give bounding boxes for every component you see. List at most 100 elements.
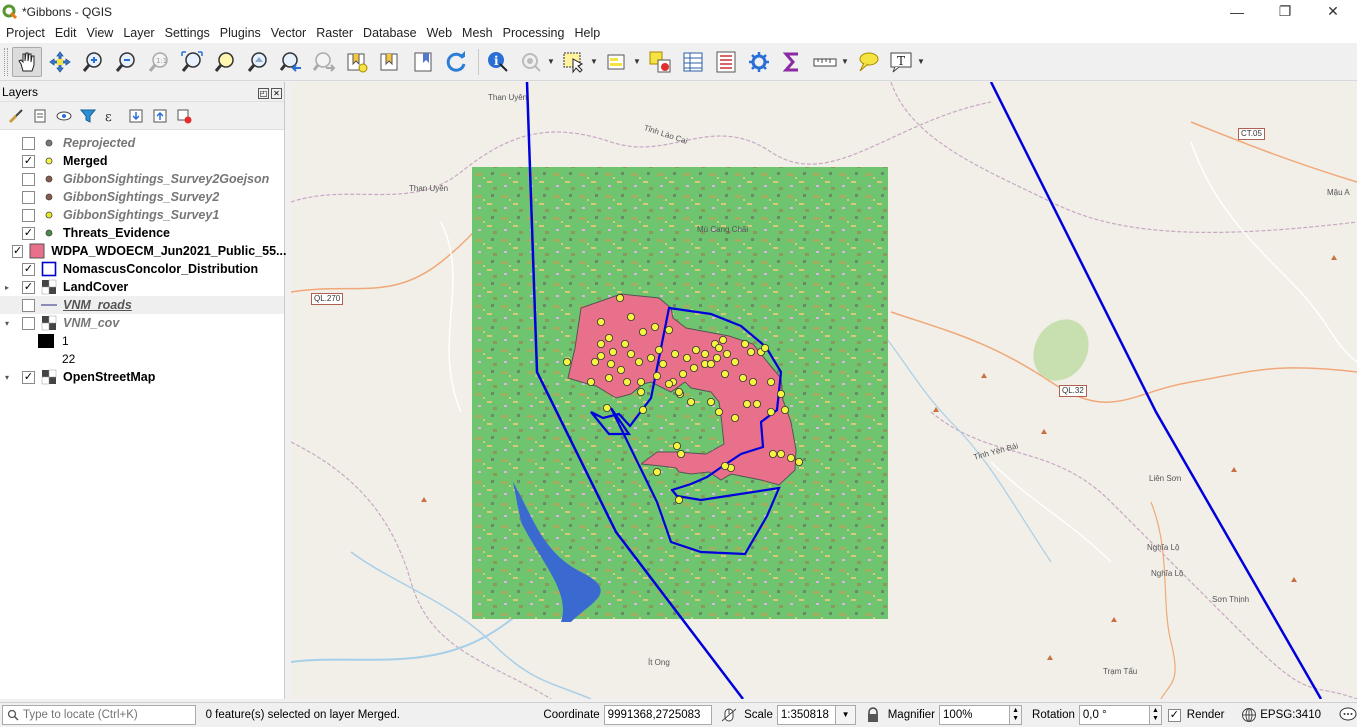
sighting-point[interactable] [714,407,723,416]
measure-dropdown-arrow[interactable]: ▼ [840,47,850,77]
identify-button[interactable]: i [483,47,513,77]
layer-visibility-checkbox[interactable]: ✓ [22,262,35,276]
manage-visibility-button[interactable] [52,105,76,127]
layer-visibility-checkbox[interactable]: ✓ [22,370,35,384]
collapse-all-button[interactable] [148,105,172,127]
sighting-point[interactable] [720,369,729,378]
sighting-point[interactable] [738,373,747,382]
menu-view[interactable]: View [86,26,113,40]
toggle-extents-button[interactable] [720,706,738,724]
scale-dropdown[interactable]: ▼ [836,705,856,725]
sighting-point[interactable] [646,353,655,362]
layer-row[interactable]: ✓ Threats_Evidence [0,224,284,242]
sighting-point[interactable] [720,461,729,470]
sighting-point[interactable] [780,405,789,414]
sighting-point[interactable] [596,339,605,348]
magnifier-field[interactable]: 100% [939,705,1011,725]
layer-visibility-checkbox[interactable] [22,190,35,204]
sighting-point[interactable] [794,457,803,466]
menu-raster[interactable]: Raster [316,26,353,40]
layer-row[interactable]: GibbonSightings_Survey2 [0,188,284,206]
sighting-point[interactable] [652,371,661,380]
map-svg[interactable] [291,82,1357,699]
pan-button[interactable] [12,46,42,77]
sighting-point[interactable] [602,403,611,412]
layer-visibility-checkbox[interactable]: ✓ [12,244,24,258]
sighting-point[interactable] [562,357,571,366]
sighting-point[interactable] [686,397,695,406]
sighting-point[interactable] [622,377,631,386]
zoom-in-button[interactable] [78,47,108,77]
sighting-point[interactable] [700,349,709,358]
crs-button[interactable] [1240,706,1258,724]
expand-toggle-icon[interactable]: ▾ [2,373,12,382]
sighting-point[interactable] [768,449,777,458]
maximize-button[interactable]: ❐ [1261,0,1309,23]
render-checkbox[interactable]: ✓ [1167,708,1181,722]
sighting-point[interactable] [626,349,635,358]
show-bookmarks-button[interactable] [375,47,405,77]
menu-project[interactable]: Project [6,26,45,40]
refresh-button[interactable] [441,47,471,77]
layer-row[interactable]: GibbonSightings_Survey1 [0,206,284,224]
zoom-to-layer-button[interactable] [243,47,273,77]
pan-to-selection-button[interactable] [45,47,75,77]
layer-styling-button[interactable] [4,105,28,127]
locator-bar[interactable] [2,705,196,725]
expand-toggle-icon[interactable]: ▸ [2,283,12,292]
sighting-point[interactable] [658,359,667,368]
sighting-point[interactable] [676,449,685,458]
sighting-point[interactable] [634,357,643,366]
sighting-point[interactable] [689,363,698,372]
select-by-value-dropdown-arrow[interactable]: ▼ [632,47,642,77]
sighting-point[interactable] [748,377,757,386]
toolbar-grip[interactable] [4,47,8,76]
sighting-point[interactable] [766,377,775,386]
sighting-point[interactable] [766,407,775,416]
sighting-point[interactable] [730,413,739,422]
menu-processing[interactable]: Processing [503,26,565,40]
zoom-next-button[interactable] [309,47,339,77]
filter-by-expression-button[interactable]: ε [100,105,124,127]
menu-layer[interactable]: Layer [123,26,154,40]
locator-input[interactable] [23,709,193,721]
sighting-point[interactable] [760,343,769,352]
remove-layer-button[interactable] [172,105,196,127]
layer-row[interactable]: ▸ ✓ LandCover [0,278,284,296]
sighting-point[interactable] [678,369,687,378]
sighting-point[interactable] [691,345,700,354]
close-button[interactable]: ✕ [1309,0,1357,23]
menu-vector[interactable]: Vector [271,26,306,40]
sighting-point[interactable] [712,353,721,362]
sighting-point[interactable] [636,387,645,396]
sighting-point[interactable] [606,359,615,368]
sighting-point[interactable] [604,333,613,342]
expand-toggle-icon[interactable]: ▾ [2,319,12,328]
magnifier-spinner[interactable]: ▲ ▼ [1010,705,1023,725]
deselect-button[interactable] [645,47,675,77]
expand-all-button[interactable] [124,105,148,127]
run-action-button[interactable] [516,47,546,77]
rotation-spinner[interactable]: ▲ ▼ [1150,705,1162,725]
annotation-button[interactable] [853,47,883,77]
sighting-point[interactable] [670,349,679,358]
sighting-point[interactable] [590,357,599,366]
layer-visibility-checkbox[interactable] [22,136,35,150]
statistics-button[interactable] [777,47,807,77]
select-dropdown-arrow[interactable]: ▼ [589,47,599,77]
sighting-point[interactable] [586,377,595,386]
menu-mesh[interactable]: Mesh [462,26,493,40]
sighting-point[interactable] [652,467,661,476]
layer-visibility-checkbox[interactable] [22,316,35,330]
sighting-point[interactable] [638,405,647,414]
layer-visibility-checkbox[interactable]: ✓ [22,280,35,294]
sighting-point[interactable] [636,377,645,386]
sighting-point[interactable] [740,339,749,348]
sighting-point[interactable] [604,373,613,382]
zoom-native-button[interactable]: 1:1 [144,47,174,77]
sighting-point[interactable] [654,345,663,354]
layer-row[interactable]: ▾ ✓ OpenStreetMap [0,368,284,386]
sighting-point[interactable] [626,312,635,321]
layer-visibility-checkbox[interactable]: ✓ [22,226,35,240]
undock-panel-icon[interactable]: ◰ [258,87,269,99]
